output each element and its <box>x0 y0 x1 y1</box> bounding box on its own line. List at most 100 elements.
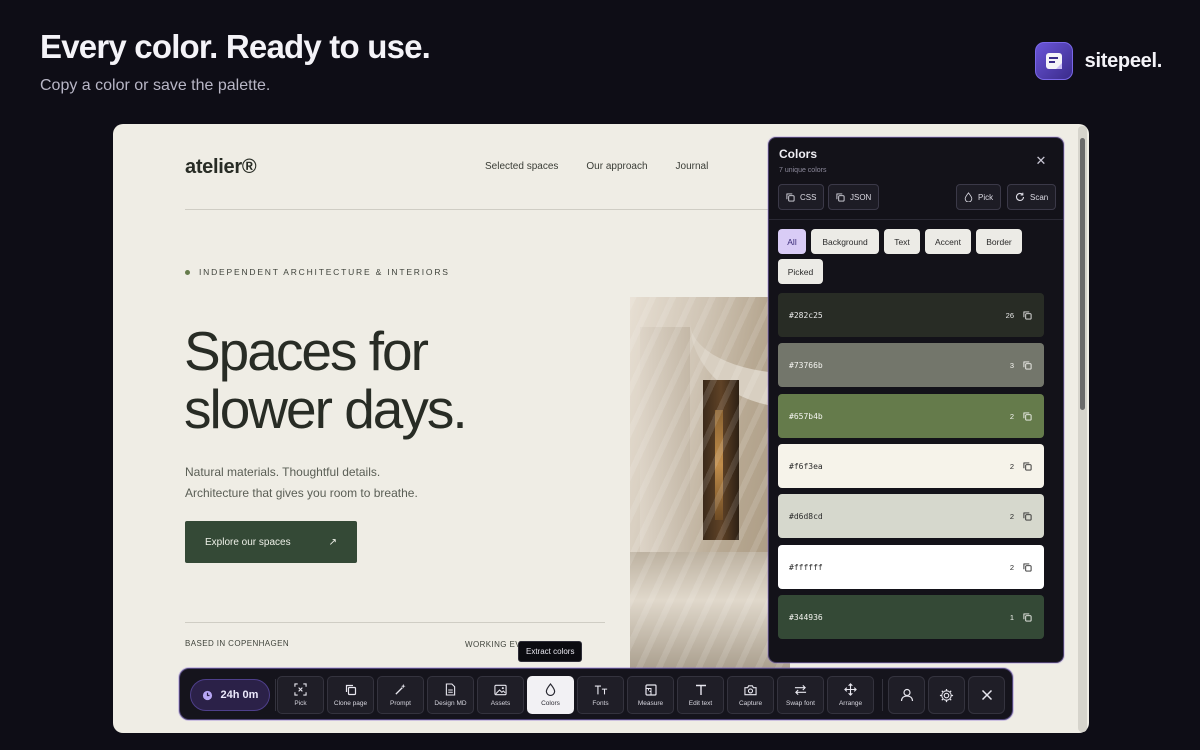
close-toolbar-button[interactable] <box>968 676 1005 714</box>
swatch-hex: #d6d8cd <box>789 511 823 521</box>
magic-wand-icon <box>395 683 406 695</box>
color-swatch-row[interactable]: #344936 1 <box>778 595 1044 639</box>
refresh-icon <box>1016 192 1025 201</box>
camera-icon <box>744 684 757 695</box>
panel-title: Colors <box>779 147 818 161</box>
tooltip: Extract colors <box>518 641 583 662</box>
tool-label: Arrange <box>838 700 863 707</box>
tool-label: Design MD <box>434 700 467 707</box>
swatch-count: 26 <box>1005 310 1014 320</box>
tool-prompt[interactable]: Prompt <box>377 676 424 714</box>
cta-label: Explore our spaces <box>205 536 291 548</box>
color-swatch-row[interactable]: #282c25 26 <box>778 293 1044 337</box>
page-headline: Every color. Ready to use. <box>40 28 431 65</box>
tool-edit-text[interactable]: Edit text <box>677 676 724 714</box>
nav-item-journal[interactable]: Journal <box>676 161 709 172</box>
explore-spaces-button[interactable]: Explore our spaces ↗ <box>185 521 357 563</box>
color-swatch-row[interactable]: #ffffff 2 <box>778 545 1044 589</box>
scan-label: Scan <box>1030 192 1049 202</box>
swatch-hex: #657b4b <box>789 411 823 421</box>
sitepeel-logo-icon <box>1034 42 1073 80</box>
color-swatch-row[interactable]: #73766b 3 <box>778 343 1044 387</box>
droplet-icon <box>964 192 973 202</box>
nav-item-our-approach[interactable]: Our approach <box>586 161 647 172</box>
swatch-meta: 2 <box>1010 512 1032 521</box>
swatch-count: 2 <box>1009 411 1014 421</box>
color-swatch-row[interactable]: #f6f3ea 2 <box>778 444 1044 488</box>
page-subheadline: Copy a color or save the palette. <box>40 77 271 94</box>
target-icon <box>294 683 307 696</box>
tool-arrange[interactable]: Arrange <box>827 676 874 714</box>
tool-label: Fonts <box>592 699 609 707</box>
tool-colors[interactable]: Colors <box>527 676 574 714</box>
user-icon <box>900 688 913 702</box>
site-nav: Selected spaces Our approach Journal <box>485 161 708 172</box>
account-button[interactable] <box>888 676 925 714</box>
tool-label: Capture <box>738 699 763 707</box>
copy-icon[interactable] <box>1023 360 1032 370</box>
toolbar-separator <box>275 679 276 711</box>
text-icon <box>695 684 706 695</box>
hero-body: Natural materials. Thoughtful details. A… <box>185 462 418 504</box>
copy-icon[interactable] <box>1023 612 1032 622</box>
swap-icon <box>794 684 807 695</box>
settings-button[interactable] <box>928 676 965 714</box>
timer-badge[interactable]: 24h 0m <box>190 679 270 711</box>
hero-body-line-2: Architecture that gives you room to brea… <box>185 486 418 500</box>
swatch-meta: 2 <box>1010 412 1032 421</box>
copy-icon[interactable] <box>1023 461 1032 471</box>
tool-assets[interactable]: Assets <box>477 676 524 714</box>
swatch-count: 2 <box>1009 511 1014 521</box>
tool-label: Clone page <box>333 699 368 707</box>
gear-icon <box>939 688 954 702</box>
swatch-count: 1 <box>1009 612 1014 622</box>
tool-pick[interactable]: Pick <box>277 676 324 714</box>
filter-border[interactable]: Border <box>976 229 1022 254</box>
droplet-icon <box>545 683 556 696</box>
tool-swap-font[interactable]: Swap font <box>777 676 824 714</box>
timer-label: 24h 0m <box>220 689 259 701</box>
font-size-icon <box>594 684 607 694</box>
eyebrow-text: INDEPENDENT ARCHITECTURE & INTERIORS <box>199 267 450 277</box>
swatch-count: 3 <box>1009 360 1014 370</box>
tool-measure[interactable]: Measure <box>627 676 674 714</box>
hero-title-line-2: slower days. <box>184 378 468 440</box>
nav-item-selected-spaces[interactable]: Selected spaces <box>485 161 558 172</box>
filter-all[interactable]: All <box>778 229 806 254</box>
color-swatch-row[interactable]: #657b4b 2 <box>778 394 1044 438</box>
tool-label: Pick <box>294 700 307 707</box>
filter-picked[interactable]: Picked <box>778 259 823 284</box>
tool-label: Assets <box>490 699 511 707</box>
copy-icon[interactable] <box>1023 310 1032 320</box>
tool-clone-page[interactable]: Clone page <box>327 676 374 714</box>
footer-working: WORKING EV <box>465 640 522 649</box>
swatch-meta: 1 <box>1010 613 1032 622</box>
tool-capture[interactable]: Capture <box>727 676 774 714</box>
copy-icon[interactable] <box>1023 411 1032 421</box>
scan-button[interactable]: Scan <box>1007 184 1057 210</box>
filter-text[interactable]: Text <box>884 229 920 254</box>
css-label: CSS <box>800 192 817 202</box>
filter-background[interactable]: Background <box>811 229 879 254</box>
swatch-hex: #282c25 <box>789 310 823 320</box>
pick-color-button[interactable]: Pick <box>956 184 1002 210</box>
header-divider <box>185 209 785 210</box>
copy-css-button[interactable]: CSS <box>778 184 825 210</box>
tool-design-md[interactable]: Design MD <box>427 676 474 714</box>
site-logo[interactable]: atelier® <box>185 156 257 179</box>
scrollbar-thumb[interactable] <box>1080 138 1085 410</box>
arrow-up-right-icon: ↗ <box>328 536 337 548</box>
hero-title-line-1: Spaces for <box>184 320 429 382</box>
hero-image <box>630 297 790 669</box>
swatch-count: 2 <box>1009 562 1014 572</box>
color-swatch-row[interactable]: #d6d8cd 2 <box>778 494 1044 538</box>
filter-accent[interactable]: Accent <box>925 229 971 254</box>
tool-fonts[interactable]: Fonts <box>577 676 624 714</box>
footer-location: BASED IN COPENHAGEN <box>185 639 290 648</box>
swatch-hex: #344936 <box>789 612 823 622</box>
copy-json-button[interactable]: JSON <box>828 184 880 210</box>
copy-icon[interactable] <box>1023 562 1032 572</box>
copy-icon[interactable] <box>1023 511 1032 521</box>
close-icon[interactable]: ✕ <box>1033 153 1049 169</box>
swatch-meta: 2 <box>1010 462 1032 471</box>
